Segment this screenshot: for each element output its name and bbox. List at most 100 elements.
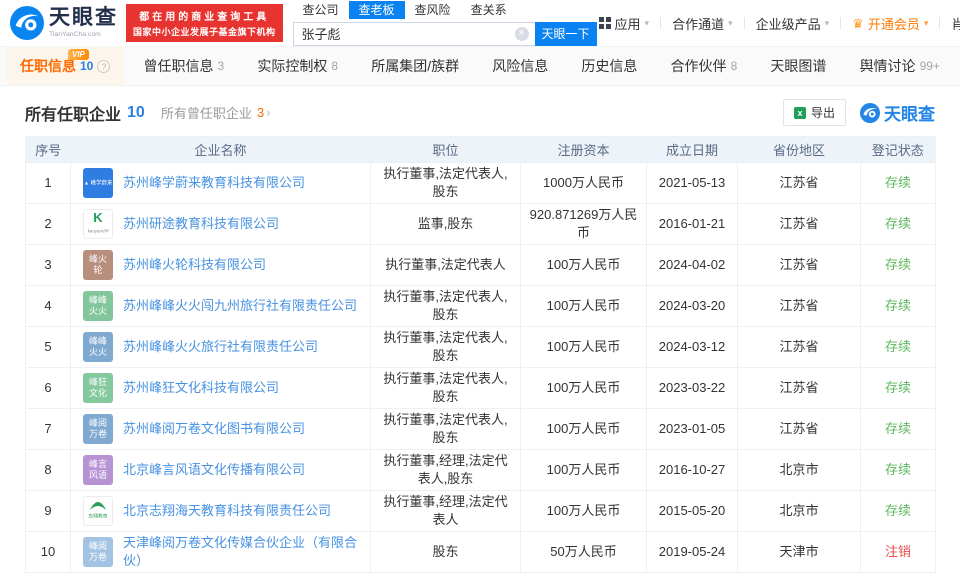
table-row: 3 峰火轮苏州峰火轮科技有限公司 执行董事,法定代表人 100万人民币 2024-04-… (25, 244, 936, 286)
col-status: 登记状态 (860, 136, 936, 163)
nav-item[interactable]: 应用 ▾ (598, 14, 649, 33)
capital-cell: 100万人民币 (520, 408, 647, 450)
position-cell: 监事,股东 (370, 203, 521, 245)
logo-text: 火火 (88, 347, 107, 357)
page-tab[interactable]: 实际控制权 8 (243, 47, 352, 85)
export-button[interactable]: x 导出 (782, 99, 846, 126)
page-tab[interactable]: 风险信息 (478, 47, 562, 85)
row-index: 10 (25, 531, 71, 573)
positions-table: 序号 企业名称 职位 注册资本 成立日期 省份地区 登记状态 1 ▲ 峰学蔚来 苏州… (25, 136, 936, 573)
company-link[interactable]: 苏州峰学蔚来教育科技有限公司 (123, 174, 305, 192)
region-cell: 江苏省 (737, 408, 861, 450)
page-tab-count: 10 (80, 59, 94, 73)
row-index: 9 (25, 490, 71, 532)
date-cell: 2016-10-27 (646, 449, 738, 491)
company-link[interactable]: 苏州峰峰火火闯九州旅行社有限责任公司 (123, 297, 357, 315)
company-link[interactable]: 苏州峰狂文化科技有限公司 (123, 379, 279, 397)
search-input-wrap: × (292, 21, 535, 46)
status-badge: 存续 (884, 503, 911, 519)
col-company: 企业名称 (70, 136, 371, 163)
page-tab[interactable]: 曾任职信息 3 (130, 47, 239, 85)
region-cell: 江苏省 (737, 162, 861, 204)
excel-icon: x (793, 106, 806, 119)
page-tab-label: 合作伙伴 (670, 58, 727, 74)
nav-label: 企业级产品 (755, 16, 821, 32)
table-row: 10 峰阅 万卷 天津峰阅万卷文化传媒合伙企业（有限合伙） 股东 50万人民币 2019-0… (25, 531, 936, 573)
logo-text: 峰阅 (88, 541, 107, 552)
row-index: 6 (25, 367, 71, 409)
logo-text: 峰峰 (88, 295, 107, 306)
region-cell: 江苏省 (737, 244, 861, 286)
logo-text: 万卷 (88, 429, 107, 439)
table-row: 8 峰言 风语 北京峰言风语文化传播有限公司 执行董事,经理,法定代表人,股东 100万人… (25, 449, 936, 491)
company-logo: 峰狂 文化 (83, 373, 113, 403)
table-row: 5 峰峰 火火 苏州峰峰火火旅行社有限责任公司 执行董事,法定代表人,股东 100万人民币… (25, 326, 936, 368)
company-link[interactable]: 北京峰言风语文化传播有限公司 (123, 461, 305, 479)
logo-text: 火火 (88, 306, 107, 316)
status-cell: 存续 (860, 203, 936, 245)
capital-cell: 100万人民币 (520, 326, 647, 368)
status-badge: 存续 (884, 175, 911, 191)
chevron-down-icon: ▾ (923, 17, 929, 28)
date-cell: 2023-03-22 (646, 367, 738, 409)
help-icon[interactable]: ? (97, 59, 111, 73)
nav-item[interactable]: 肖青羽▾ (951, 14, 960, 33)
search-tab[interactable]: 查公司 (293, 1, 349, 19)
chevron-down-icon: ▾ (824, 17, 830, 28)
watermark-logo: 天眼查 (860, 100, 935, 125)
status-badge: 注销 (884, 544, 911, 560)
page-tab[interactable]: 历史信息 (567, 47, 651, 85)
company-link[interactable]: 苏州峰火轮科技有限公司 (123, 256, 266, 274)
search-area: 查公司查老板查风险查关系 × 天眼一下 (292, 0, 599, 46)
nav-item[interactable]: 企业级产品 ▾ (756, 14, 830, 33)
nav-item[interactable]: 合作通道 ▾ (672, 14, 733, 33)
company-link[interactable]: 天津峰阅万卷文化传媒合伙企业（有限合伙） (123, 534, 366, 569)
apps-grid-icon (598, 17, 611, 29)
company-logo: 峰言 风语 (83, 455, 113, 485)
company-logo: KkaoyanVIP (83, 209, 113, 239)
company-cell: 峰火轮苏州峰火轮科技有限公司 (70, 244, 371, 286)
page-tab[interactable]: 所属集团/族群 (357, 47, 473, 85)
search-button[interactable]: 天眼一下 (534, 21, 597, 46)
company-cell: 峰阅 万卷 苏州峰阅万卷文化图书有限公司 (70, 408, 371, 450)
capital-cell: 100万人民币 (520, 244, 647, 286)
capital-cell: 100万人民币 (520, 285, 647, 327)
date-cell: 2019-05-24 (646, 531, 738, 573)
former-positions-link[interactable]: 所有曾任职企业 3 › (161, 103, 271, 122)
page-tab[interactable]: 任职信息 10? VIP (6, 47, 125, 85)
row-index: 1 (25, 162, 71, 204)
row-index: 7 (25, 408, 71, 450)
row-index: 2 (25, 203, 71, 245)
company-logo: 峰峰 火火 (83, 291, 113, 321)
page-tab[interactable]: 合作伙伴 8 (657, 47, 752, 85)
search-tab[interactable]: 查老板 (348, 0, 405, 19)
company-link[interactable]: 苏州研途教育科技有限公司 (123, 215, 279, 233)
page-tab[interactable]: 舆情讨论 99+ (846, 47, 954, 85)
status-cell: 存续 (860, 408, 936, 450)
banner-line2: 国家中小企业发展子基金旗下机构 (133, 27, 276, 37)
search-input[interactable] (293, 22, 535, 45)
search-tab[interactable]: 查关系 (461, 1, 517, 19)
table-header-row: 序号 企业名称 职位 注册资本 成立日期 省份地区 登记状态 (25, 136, 936, 163)
table-row: 9 志翔教育 北京志翔海天教育科技有限责任公司 执行董事,经理,法定代表人 100万人民… (25, 490, 936, 532)
region-cell: 江苏省 (737, 285, 861, 327)
company-cell: 峰言 风语 北京峰言风语文化传播有限公司 (70, 449, 371, 491)
nav-item[interactable]: ♛ 开通会员 ▾ (852, 14, 928, 33)
tianyancha-logo[interactable]: 天眼查 TianYanCha.com (10, 6, 118, 40)
page-tab-label: 历史信息 (581, 58, 638, 74)
clear-icon[interactable]: × (514, 26, 529, 41)
date-cell: 2021-05-13 (646, 162, 738, 204)
nav-divider (840, 17, 842, 29)
logo-text: 峰狂 (88, 377, 107, 388)
region-cell: 江苏省 (737, 203, 861, 245)
search-tab[interactable]: 查风险 (405, 1, 461, 19)
company-link[interactable]: 苏州峰阅万卷文化图书有限公司 (123, 420, 305, 438)
company-link[interactable]: 苏州峰峰火火旅行社有限责任公司 (123, 338, 318, 356)
logo-text: 峰峰 (88, 336, 107, 347)
col-capital: 注册资本 (520, 136, 647, 163)
status-badge: 存续 (884, 257, 911, 273)
logo-text: 峰言 (88, 459, 107, 470)
page-tabs: 任职信息 10? VIP 曾任职信息 3 实际控制权 8 所属集团/族群 风险信息 历史信息 合作伙… (0, 46, 960, 86)
company-link[interactable]: 北京志翔海天教育科技有限责任公司 (123, 502, 331, 520)
page-tab[interactable]: 天眼图谱 (756, 47, 840, 85)
